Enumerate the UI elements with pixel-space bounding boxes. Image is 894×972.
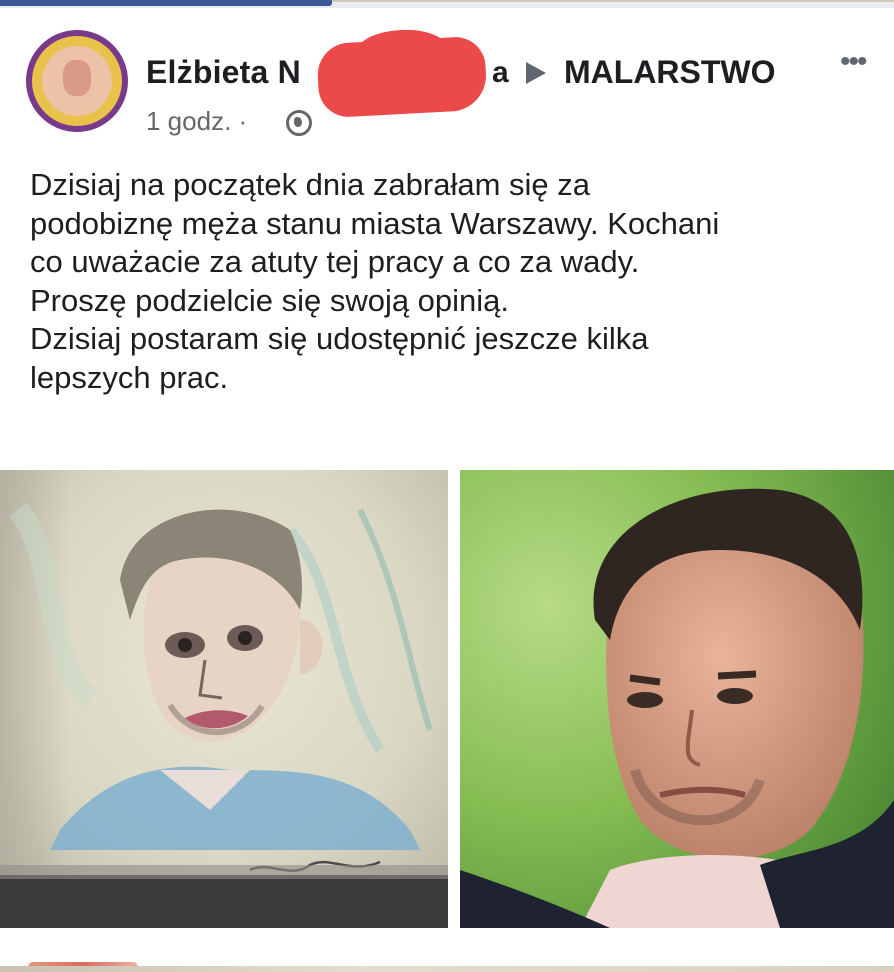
tab-bar	[0, 0, 894, 8]
drawing-photo[interactable]	[0, 470, 448, 928]
group-name-link[interactable]: MALARSTWO	[564, 54, 776, 91]
portrait-photograph	[460, 470, 894, 928]
post-timestamp[interactable]: 1 godz. ·	[146, 106, 247, 137]
tab-bar-divider	[332, 0, 894, 2]
globe-icon[interactable]	[286, 110, 312, 136]
more-options-icon[interactable]: •••	[840, 47, 867, 77]
next-post-preview	[0, 940, 894, 972]
post-text-line: podobiznę męża stanu miasta Warszawy. Ko…	[30, 205, 720, 241]
post-text-line: co uważacie za atuty tej pracy a co za w…	[30, 244, 640, 279]
post-text-line: lepszych prac.	[30, 359, 229, 395]
redaction-mark	[316, 35, 488, 119]
author-name[interactable]: Elżbieta N	[146, 54, 301, 91]
post-text-line: Proszę podzielcie się swoją opinią.	[30, 282, 510, 318]
pencil-portrait-drawing	[0, 470, 448, 928]
post-text-line: Dzisiaj postaram się udostępnić jeszcze …	[30, 321, 649, 356]
reference-photo[interactable]	[460, 470, 894, 928]
avatar-face	[42, 46, 112, 116]
post-text-line: Dzisiaj na początek dnia zabrałam się za	[30, 167, 590, 202]
post-text: Dzisiaj na początek dnia zabrałam się za…	[30, 166, 870, 397]
active-tab-indicator	[0, 0, 332, 6]
divider	[0, 966, 894, 972]
author-name-tail[interactable]: a	[492, 56, 509, 90]
avatar[interactable]	[26, 30, 128, 132]
right-triangle-icon	[526, 62, 546, 84]
